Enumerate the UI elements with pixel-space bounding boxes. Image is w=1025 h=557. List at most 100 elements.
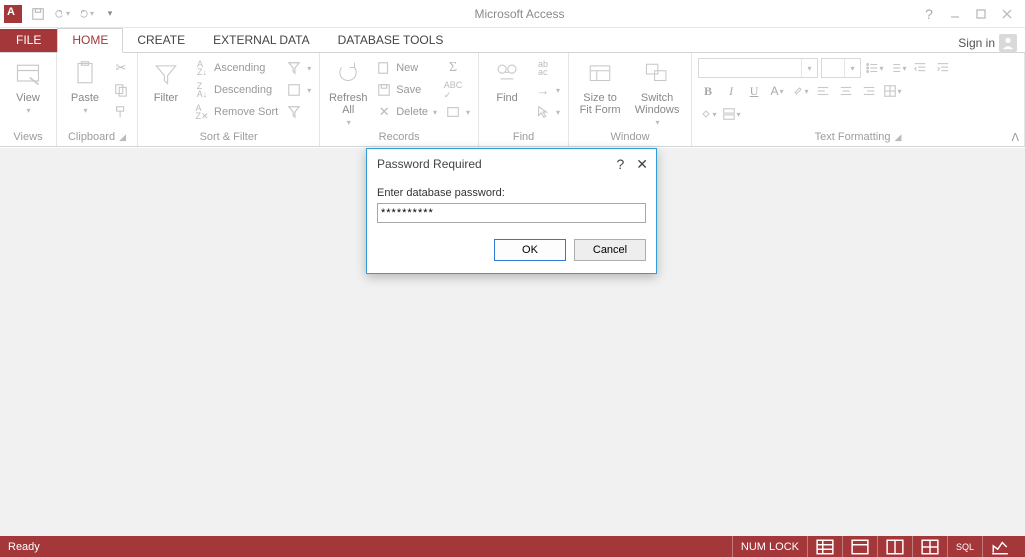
password-input[interactable] — [377, 203, 646, 223]
qat-customize-icon[interactable]: ▾ — [102, 6, 118, 22]
view-datasheet-icon[interactable] — [807, 536, 842, 557]
view-sql-icon[interactable]: SQL — [947, 536, 982, 557]
group-window: Size to Fit Form Switch Windows▾ Window — [569, 53, 692, 146]
selection-filter-button[interactable]: ▾ — [284, 58, 313, 78]
group-label-views: Views — [6, 129, 50, 146]
chevron-down-icon: ▾ — [26, 106, 30, 115]
tab-database-tools[interactable]: DATABASE TOOLS — [324, 29, 458, 52]
cancel-button[interactable]: Cancel — [574, 239, 646, 261]
format-painter-button[interactable] — [111, 102, 131, 122]
group-label-window: Window — [575, 129, 685, 146]
fill-color-button[interactable]: ▾ — [698, 104, 718, 124]
gridlines-icon[interactable]: ▾ — [882, 81, 902, 101]
goto-button[interactable]: →▾ — [533, 80, 562, 100]
bullets-icon[interactable]: ▾ — [864, 58, 884, 78]
undo-icon[interactable]: ▾ — [54, 6, 70, 22]
find-label: Find — [496, 92, 517, 104]
dialog-help-icon[interactable]: ? — [616, 156, 624, 173]
close-icon[interactable] — [999, 6, 1015, 22]
more-records-button[interactable]: ▾ — [443, 102, 472, 122]
select-button[interactable]: ▾ — [533, 102, 562, 122]
help-icon[interactable]: ? — [921, 6, 937, 22]
replace-button[interactable]: ab ac — [533, 58, 562, 78]
totals-button[interactable]: Σ — [443, 58, 472, 78]
quick-access-toolbar: ▾ ▾ ▾ — [0, 5, 118, 23]
advanced-filter-button[interactable]: ▾ — [284, 80, 313, 100]
status-ready: Ready — [8, 541, 40, 553]
align-center-icon[interactable] — [836, 81, 856, 101]
save-record-button[interactable]: Save — [374, 80, 439, 100]
dialog-title-bar[interactable]: Password Required ? ✕ — [367, 149, 656, 179]
maximize-icon[interactable] — [973, 6, 989, 22]
scissors-icon: ✂ — [113, 60, 129, 76]
ok-button[interactable]: OK — [494, 239, 566, 261]
access-app-icon[interactable] — [4, 5, 22, 23]
descending-button[interactable]: ZA↓Descending — [192, 80, 280, 100]
underline-button[interactable]: U — [744, 81, 764, 101]
cut-button[interactable]: ✂ — [111, 58, 131, 78]
tab-create[interactable]: CREATE — [123, 29, 199, 52]
ribbon-tabs: FILE HOME CREATE EXTERNAL DATA DATABASE … — [0, 28, 1025, 53]
size-to-fit-button[interactable]: Size to Fit Form — [575, 58, 625, 116]
delete-record-button[interactable]: ✕Delete▾ — [374, 102, 439, 122]
font-size-combo[interactable]: ▾ — [821, 58, 861, 78]
dialog-prompt: Enter database password: — [377, 187, 646, 199]
alt-fill-button[interactable]: ▾ — [721, 104, 741, 124]
copy-button[interactable] — [111, 80, 131, 100]
dialog-launcher-icon[interactable]: ◢ — [119, 132, 126, 143]
ascending-button[interactable]: AZ↓Ascending — [192, 58, 280, 78]
remove-sort-icon: AZ✕ — [194, 104, 210, 120]
password-dialog: Password Required ? ✕ Enter database pas… — [366, 148, 657, 274]
sort-desc-icon: ZA↓ — [194, 82, 210, 98]
view-button[interactable]: View ▾ — [6, 58, 50, 115]
new-record-button[interactable]: New — [374, 58, 439, 78]
font-color-button[interactable]: A▾ — [767, 81, 787, 101]
tab-home[interactable]: HOME — [57, 28, 123, 53]
group-label-records: Records — [326, 129, 472, 146]
group-label-sort-filter: Sort & Filter — [144, 129, 313, 146]
window-controls: ? — [921, 6, 1025, 22]
avatar-icon — [999, 34, 1017, 52]
dialog-close-icon[interactable]: ✕ — [636, 156, 648, 173]
paste-button[interactable]: Paste ▾ — [63, 58, 107, 115]
sign-in[interactable]: Sign in — [958, 34, 1025, 52]
view-report-icon[interactable] — [982, 536, 1017, 557]
italic-button[interactable]: I — [721, 81, 741, 101]
view-label: View — [16, 92, 40, 104]
bold-button[interactable]: B — [698, 81, 718, 101]
toggle-filter-button[interactable] — [284, 102, 313, 122]
numbering-icon[interactable]: ▾ — [887, 58, 907, 78]
group-label-text-formatting: Text Formatting — [815, 131, 891, 143]
switch-windows-label: Switch Windows — [635, 92, 680, 116]
indent-right-icon[interactable] — [933, 58, 953, 78]
redo-icon[interactable]: ▾ — [78, 6, 94, 22]
find-button[interactable]: Find — [485, 58, 529, 104]
view-layout-icon[interactable] — [877, 536, 912, 557]
sort-asc-icon: AZ↓ — [194, 60, 210, 76]
font-name-combo[interactable]: ▾ — [698, 58, 818, 78]
spelling-button[interactable]: ABC✓ — [443, 80, 472, 100]
view-design-icon[interactable] — [912, 536, 947, 557]
remove-sort-button[interactable]: AZ✕Remove Sort — [192, 102, 280, 122]
view-form-icon[interactable] — [842, 536, 877, 557]
dialog-launcher-icon[interactable]: ◢ — [894, 132, 901, 143]
collapse-ribbon-icon[interactable]: ᐱ — [1011, 131, 1019, 144]
refresh-all-button[interactable]: Refresh All▾ — [326, 58, 370, 127]
paste-label: Paste — [71, 92, 99, 104]
minimize-icon[interactable] — [947, 6, 963, 22]
sign-in-label: Sign in — [958, 36, 995, 50]
align-right-icon[interactable] — [859, 81, 879, 101]
save-icon[interactable] — [30, 6, 46, 22]
filter-button[interactable]: Filter — [144, 58, 188, 104]
switch-windows-button[interactable]: Switch Windows▾ — [629, 58, 685, 127]
tab-file[interactable]: FILE — [0, 29, 57, 52]
highlight-button[interactable]: ▾ — [790, 81, 810, 101]
group-sort-filter: Filter AZ↓Ascending ZA↓Descending AZ✕Rem… — [138, 53, 320, 146]
title-bar: ▾ ▾ ▾ Microsoft Access ? — [0, 0, 1025, 28]
tab-external-data[interactable]: EXTERNAL DATA — [199, 29, 323, 52]
indent-left-icon[interactable] — [910, 58, 930, 78]
filter-label: Filter — [154, 92, 178, 104]
window-title: Microsoft Access — [118, 7, 921, 21]
align-left-icon[interactable] — [813, 81, 833, 101]
group-text-formatting: ▾ ▾ ▾ ▾ B I U A▾ ▾ ▾ ▾ ▾ — [692, 53, 1025, 146]
